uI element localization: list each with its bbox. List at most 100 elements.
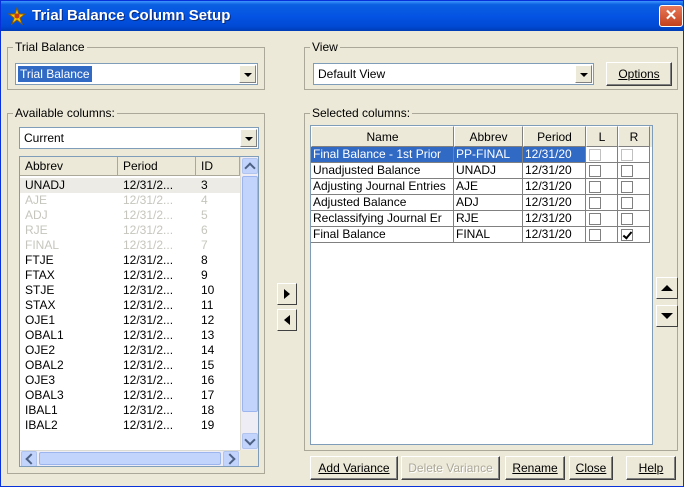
list-item[interactable]: OBAL1 12/31/2... 13 xyxy=(20,328,240,343)
header-period[interactable]: Period xyxy=(523,126,586,147)
left-checkbox[interactable] xyxy=(589,213,601,225)
scroll-right-icon[interactable] xyxy=(223,451,239,466)
chevron-down-icon[interactable] xyxy=(575,65,592,83)
help-button[interactable]: Help xyxy=(626,456,676,480)
header-abbrev[interactable]: Abbrev xyxy=(20,157,118,176)
scroll-down-icon[interactable] xyxy=(242,433,258,449)
cell-abbrev: FINAL xyxy=(454,227,523,243)
cell-period: 12/31/2... xyxy=(123,388,174,402)
scroll-up-icon[interactable] xyxy=(242,158,258,174)
table-row[interactable]: Final Balance - 1st Prior PP-FINAL 12/31/2… xyxy=(311,147,652,163)
right-checkbox[interactable] xyxy=(621,165,633,177)
title-bar[interactable]: Trial Balance Column Setup ✕ xyxy=(1,1,683,31)
trial-balance-select[interactable]: Trial Balance xyxy=(15,63,258,85)
list-item[interactable]: STAX 12/31/2... 11 xyxy=(20,298,240,313)
trial-balance-legend: Trial Balance xyxy=(15,40,85,54)
right-checkbox[interactable] xyxy=(621,181,633,193)
right-checkbox[interactable] xyxy=(621,229,633,241)
left-checkbox[interactable] xyxy=(589,229,601,241)
list-item[interactable]: FTAX 12/31/2... 9 xyxy=(20,268,240,283)
cell-name: Unadjusted Balance xyxy=(311,163,454,179)
cell-period: 12/31/20 xyxy=(523,227,586,243)
right-checkbox[interactable] xyxy=(621,213,633,225)
header-abbrev[interactable]: Abbrev xyxy=(454,126,523,147)
cell-name: Adjusted Balance xyxy=(311,195,454,211)
left-checkbox[interactable] xyxy=(589,181,601,193)
table-row[interactable]: Adjusting Journal Entries AJE 12/31/20 xyxy=(311,179,652,195)
cell-abbrev: AJE xyxy=(454,179,523,195)
vertical-scrollbar[interactable] xyxy=(240,157,258,450)
list-item[interactable]: IBAL2 12/31/2... 19 xyxy=(20,418,240,433)
cell-id: 13 xyxy=(201,328,215,342)
cell-period: 12/31/20 xyxy=(523,195,586,211)
right-checkbox[interactable] xyxy=(621,197,633,209)
available-list-header: Abbrev Period ID xyxy=(20,157,240,176)
cell-abbrev: AJE xyxy=(25,193,48,207)
move-up-button[interactable] xyxy=(656,277,678,299)
table-row[interactable]: Final Balance FINAL 12/31/20 xyxy=(311,227,652,243)
table-row[interactable]: Unadjusted Balance UNADJ 12/31/20 xyxy=(311,163,652,179)
cell-l xyxy=(586,163,618,179)
list-item[interactable]: FTJE 12/31/2... 8 xyxy=(20,253,240,268)
view-value: Default View xyxy=(318,67,386,81)
chevron-down-icon[interactable] xyxy=(239,65,256,83)
right-checkbox[interactable] xyxy=(621,149,633,161)
list-item[interactable]: OJE3 12/31/2... 16 xyxy=(20,373,240,388)
cell-id: 17 xyxy=(201,388,215,402)
add-variance-button[interactable]: Add Variance xyxy=(310,456,398,480)
cell-name: Final Balance - 1st Prior xyxy=(311,147,454,163)
header-name[interactable]: Name xyxy=(311,126,454,147)
header-l[interactable]: L xyxy=(586,126,618,147)
cell-id: 7 xyxy=(201,238,208,252)
view-select[interactable]: Default View xyxy=(313,63,594,85)
scroll-thumb[interactable] xyxy=(242,176,258,412)
list-item[interactable]: OJE2 12/31/2... 14 xyxy=(20,343,240,358)
cell-abbrev: FTJE xyxy=(25,253,54,267)
list-item[interactable]: RJE 12/31/2... 6 xyxy=(20,223,240,238)
list-item[interactable]: AJE 12/31/2... 4 xyxy=(20,193,240,208)
remove-column-button[interactable] xyxy=(277,309,297,331)
header-r[interactable]: R xyxy=(618,126,650,147)
available-filter-select[interactable]: Current xyxy=(19,127,259,149)
close-button[interactable]: Close xyxy=(569,456,613,480)
list-item[interactable]: ADJ 12/31/2... 5 xyxy=(20,208,240,223)
add-variance-label: Add Variance xyxy=(318,461,390,475)
list-item[interactable]: STJE 12/31/2... 10 xyxy=(20,283,240,298)
header-id[interactable]: ID xyxy=(196,157,240,176)
cell-id: 10 xyxy=(201,283,215,297)
list-item[interactable]: OBAL3 12/31/2... 17 xyxy=(20,388,240,403)
options-button[interactable]: Options xyxy=(606,62,672,86)
cell-period: 12/31/2... xyxy=(123,343,174,357)
close-window-button[interactable]: ✕ xyxy=(659,5,683,27)
add-column-button[interactable] xyxy=(277,283,297,305)
cell-period: 12/31/2... xyxy=(123,313,174,327)
delete-variance-button[interactable]: Delete Variance xyxy=(401,456,500,480)
move-down-button[interactable] xyxy=(656,305,678,327)
close-icon: ✕ xyxy=(664,7,678,24)
available-columns-list[interactable]: Abbrev Period ID UNADJ 12/31/2... 3 AJE 12/3… xyxy=(19,156,259,467)
hscroll-thumb[interactable] xyxy=(39,452,221,465)
trial-balance-value: Trial Balance xyxy=(18,66,92,82)
header-period[interactable]: Period xyxy=(118,157,196,176)
cell-abbrev: RJE xyxy=(25,223,48,237)
chevron-down-icon[interactable] xyxy=(240,129,257,147)
list-item[interactable]: OBAL2 12/31/2... 15 xyxy=(20,358,240,373)
table-row[interactable]: Adjusted Balance ADJ 12/31/20 xyxy=(311,195,652,211)
list-item[interactable]: IBAL1 12/31/2... 18 xyxy=(20,403,240,418)
list-item[interactable]: UNADJ 12/31/2... 3 xyxy=(20,178,240,193)
cell-abbrev: OJE1 xyxy=(25,313,56,327)
rename-button[interactable]: Rename xyxy=(505,456,565,480)
selected-columns-grid[interactable]: Name Abbrev Period L R Final Balance - 1… xyxy=(310,125,653,445)
left-checkbox[interactable] xyxy=(589,197,601,209)
list-item[interactable]: OJE1 12/31/2... 12 xyxy=(20,313,240,328)
horizontal-scrollbar[interactable] xyxy=(20,450,240,466)
cell-r xyxy=(618,147,650,163)
cell-period: 12/31/20 xyxy=(523,211,586,227)
scroll-left-icon[interactable] xyxy=(21,451,37,466)
left-checkbox[interactable] xyxy=(589,149,601,161)
cell-id: 6 xyxy=(201,223,208,237)
table-row[interactable]: Reclassifying Journal Er RJE 12/31/20 xyxy=(311,211,652,227)
cell-l xyxy=(586,211,618,227)
left-checkbox[interactable] xyxy=(589,165,601,177)
list-item[interactable]: FINAL 12/31/2... 7 xyxy=(20,238,240,253)
